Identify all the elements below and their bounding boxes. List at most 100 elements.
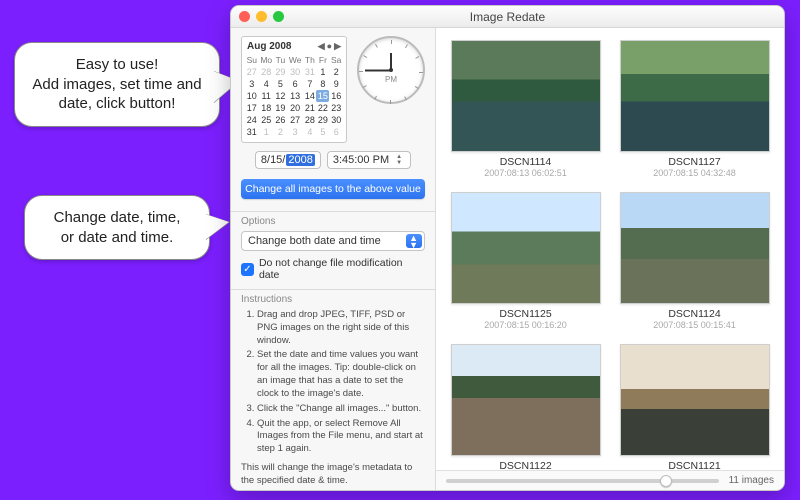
calendar-day[interactable]: 2 bbox=[274, 126, 287, 138]
change-all-button[interactable]: Change all images to the above value bbox=[241, 179, 425, 199]
clock-tick bbox=[363, 55, 367, 58]
zoom-slider-knob[interactable] bbox=[660, 475, 672, 487]
calendar-day[interactable]: 27 bbox=[245, 66, 259, 78]
calendar-prev-icon[interactable]: ◀ bbox=[318, 41, 325, 52]
clock-tick bbox=[359, 71, 363, 72]
date-year-selected: 2008 bbox=[286, 154, 314, 166]
calendar-weekday: Tu bbox=[274, 54, 287, 66]
calendar-day[interactable]: 30 bbox=[287, 66, 303, 78]
thumbnail[interactable]: DSCN11252007:08:15 00:16:20 bbox=[450, 192, 601, 330]
thumbnail-date: 2007:08:15 00:16:20 bbox=[450, 320, 601, 330]
clock-tick bbox=[391, 40, 392, 44]
clock-minute-hand bbox=[365, 70, 391, 72]
thumbnail-name: DSCN1124 bbox=[619, 308, 770, 320]
time-stepper[interactable]: ▲ ▼ bbox=[393, 154, 405, 166]
calendar-day[interactable]: 25 bbox=[259, 114, 274, 126]
calendar-day[interactable]: 31 bbox=[303, 66, 316, 78]
callout-change-options: Change date, time,or date and time. bbox=[24, 195, 210, 260]
thumbnail-image[interactable] bbox=[620, 192, 770, 304]
clock-tick bbox=[375, 44, 378, 48]
calendar-day[interactable]: 8 bbox=[316, 78, 329, 90]
calendar-day[interactable]: 7 bbox=[303, 78, 316, 90]
gallery-panel: DSCN11142007:08:13 06:02:51DSCN11272007:… bbox=[436, 28, 784, 490]
calendar-day[interactable]: 6 bbox=[329, 126, 343, 138]
calendar-day[interactable]: 5 bbox=[274, 78, 287, 90]
time-field[interactable]: 3:45:00 PM ▲ ▼ bbox=[327, 151, 411, 169]
calendar-weekday: Fr bbox=[316, 54, 329, 66]
calendar-day[interactable]: 29 bbox=[316, 114, 329, 126]
clock-tick bbox=[405, 44, 408, 48]
calendar-day[interactable]: 13 bbox=[287, 90, 303, 102]
calendar-day[interactable]: 4 bbox=[259, 78, 274, 90]
calendar-day[interactable]: 29 bbox=[274, 66, 287, 78]
instruction-step: Drag and drop JPEG, TIFF, PSD or PNG ima… bbox=[257, 309, 425, 347]
thumbnail-image[interactable] bbox=[451, 192, 601, 304]
select-value: Change both date and time bbox=[248, 235, 381, 247]
change-mode-select[interactable]: Change both date and time ▲▼ bbox=[241, 231, 425, 251]
calendar-day[interactable]: 9 bbox=[329, 78, 343, 90]
calendar[interactable]: Aug 2008 ◀ ● ▶ SuMoTuWeThFrSa 2728293031… bbox=[241, 36, 347, 143]
calendar-day[interactable]: 14 bbox=[303, 90, 316, 102]
calendar-day[interactable]: 17 bbox=[245, 102, 259, 114]
calendar-day[interactable]: 4 bbox=[303, 126, 316, 138]
thumbnail-image[interactable] bbox=[451, 344, 601, 456]
options-header: Options bbox=[241, 216, 425, 227]
instruction-step: Click the "Change all images..." button. bbox=[257, 403, 425, 416]
calendar-day[interactable]: 28 bbox=[259, 66, 274, 78]
calendar-day[interactable]: 15 bbox=[316, 90, 329, 102]
calendar-day[interactable]: 28 bbox=[303, 114, 316, 126]
thumbnail-image[interactable] bbox=[620, 40, 770, 152]
calendar-day[interactable]: 6 bbox=[287, 78, 303, 90]
calendar-day[interactable]: 18 bbox=[259, 102, 274, 114]
calendar-day[interactable]: 21 bbox=[303, 102, 316, 114]
thumbnail[interactable]: DSCN11242007:08:15 00:15:41 bbox=[619, 192, 770, 330]
callout-text: Easy to use!Add images, set time and dat… bbox=[32, 56, 201, 112]
thumbnail-image[interactable] bbox=[451, 40, 601, 152]
calendar-day[interactable]: 10 bbox=[245, 90, 259, 102]
calendar-day[interactable]: 1 bbox=[259, 126, 274, 138]
thumbnail[interactable]: DSCN11212007:08:14 19:36:13 bbox=[619, 344, 770, 470]
instructions-body: Drag and drop JPEG, TIFF, PSD or PNG ima… bbox=[241, 309, 425, 490]
gallery-footer: 11 images bbox=[436, 470, 784, 490]
calendar-day[interactable]: 12 bbox=[274, 90, 287, 102]
analog-clock[interactable]: PM bbox=[357, 36, 425, 104]
callout-easy-to-use: Easy to use!Add images, set time and dat… bbox=[14, 42, 220, 127]
calendar-day[interactable]: 22 bbox=[316, 102, 329, 114]
callout-tail bbox=[205, 214, 229, 240]
calendar-today-icon[interactable]: ● bbox=[327, 41, 332, 52]
calendar-day[interactable]: 2 bbox=[329, 66, 343, 78]
calendar-weekday: We bbox=[287, 54, 303, 66]
thumbnail-name: DSCN1125 bbox=[450, 308, 601, 320]
calendar-day[interactable]: 1 bbox=[316, 66, 329, 78]
calendar-day[interactable]: 26 bbox=[274, 114, 287, 126]
calendar-day[interactable]: 24 bbox=[245, 114, 259, 126]
calendar-day[interactable]: 30 bbox=[329, 114, 343, 126]
thumbnail[interactable]: DSCN11222007:08:15 00:06:21 bbox=[450, 344, 601, 470]
clock-tick bbox=[415, 86, 419, 89]
calendar-day[interactable]: 19 bbox=[274, 102, 287, 114]
preserve-mod-date-label: Do not change file modification date bbox=[259, 257, 425, 281]
calendar-day[interactable]: 20 bbox=[287, 102, 303, 114]
calendar-day[interactable]: 16 bbox=[329, 90, 343, 102]
calendar-day[interactable]: 31 bbox=[245, 126, 259, 138]
calendar-day[interactable]: 3 bbox=[287, 126, 303, 138]
calendar-day[interactable]: 11 bbox=[259, 90, 274, 102]
calendar-grid[interactable]: SuMoTuWeThFrSa 2728293031123456789101112… bbox=[245, 54, 343, 138]
thumbnail-gallery[interactable]: DSCN11142007:08:13 06:02:51DSCN11272007:… bbox=[436, 28, 784, 470]
instruction-step: Quit the app, or select Remove All Image… bbox=[257, 418, 425, 456]
calendar-day[interactable]: 23 bbox=[329, 102, 343, 114]
clock-tick bbox=[374, 96, 377, 100]
stepper-down-icon[interactable]: ▼ bbox=[393, 160, 405, 166]
thumbnail-name: DSCN1122 bbox=[450, 460, 601, 470]
preserve-mod-date-checkbox[interactable]: ✓ bbox=[241, 263, 254, 276]
calendar-day[interactable]: 5 bbox=[316, 126, 329, 138]
date-field[interactable]: 8/15/2008 bbox=[255, 151, 321, 169]
zoom-slider[interactable] bbox=[446, 479, 719, 483]
calendar-next-icon[interactable]: ▶ bbox=[334, 41, 341, 52]
calendar-day[interactable]: 27 bbox=[287, 114, 303, 126]
calendar-day[interactable]: 3 bbox=[245, 78, 259, 90]
thumbnail[interactable]: DSCN11272007:08:15 04:32:48 bbox=[619, 40, 770, 178]
callout-text: Change date, time,or date and time. bbox=[54, 209, 181, 246]
thumbnail-image[interactable] bbox=[620, 344, 770, 456]
thumbnail[interactable]: DSCN11142007:08:13 06:02:51 bbox=[450, 40, 601, 178]
